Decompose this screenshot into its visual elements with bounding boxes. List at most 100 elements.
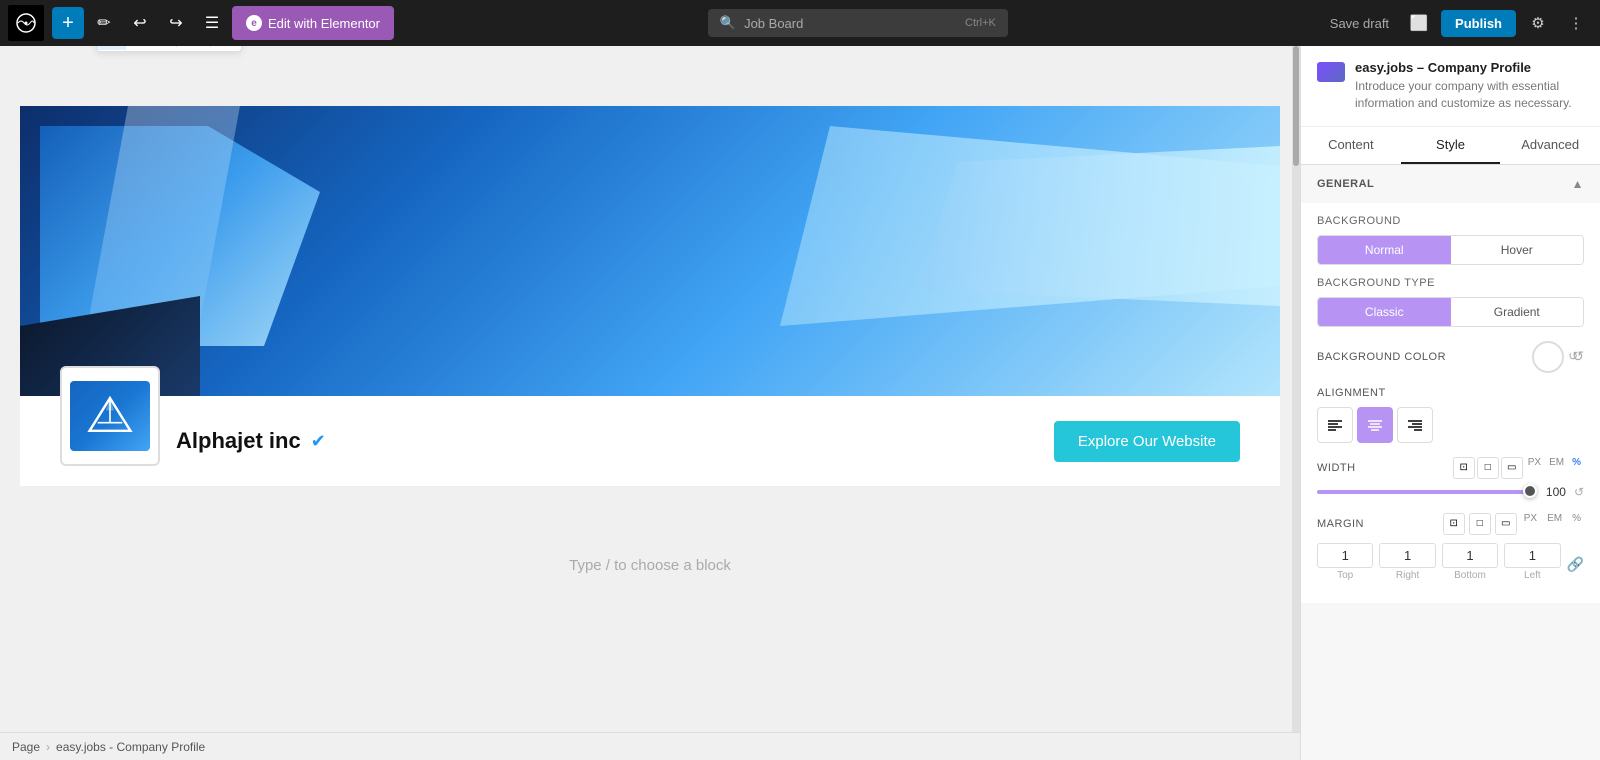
breadcrumb-page[interactable]: Page xyxy=(12,740,40,754)
scrollbar-track[interactable] xyxy=(1292,46,1300,732)
margin-unit-px[interactable]: PX xyxy=(1521,513,1540,535)
gradient-type-button[interactable]: Gradient xyxy=(1451,298,1584,326)
margin-right-box: 1 Right xyxy=(1379,543,1435,581)
bg-type-label: Background Type xyxy=(1317,277,1584,289)
save-draft-button[interactable]: Save draft xyxy=(1322,16,1397,31)
bg-type-toggle: Classic Gradient xyxy=(1317,297,1584,327)
margin-left-label: Left xyxy=(1504,570,1560,581)
add-block-button[interactable]: + xyxy=(52,7,84,39)
block-icon xyxy=(1317,62,1345,82)
search-bar[interactable]: 🔍 Job Board Ctrl+K xyxy=(708,9,1008,37)
company-logo xyxy=(60,366,160,466)
margin-top-box: 1 Top xyxy=(1317,543,1373,581)
edit-tools-button[interactable]: ✏ xyxy=(88,7,120,39)
margin-unit-pct[interactable]: % xyxy=(1569,513,1584,535)
margin-right-label: Right xyxy=(1379,570,1435,581)
tab-content[interactable]: Content xyxy=(1301,127,1401,164)
unit-em[interactable]: EM xyxy=(1546,457,1567,479)
explore-website-button[interactable]: Explore Our Website xyxy=(1054,421,1240,462)
undo-button[interactable]: ↩ xyxy=(124,7,156,39)
company-profile-row: Alphajet inc ✔ Explore Our Website xyxy=(20,396,1280,487)
width-slider-row: 100 ↺ xyxy=(1317,485,1584,499)
general-label: General xyxy=(1317,178,1374,190)
width-reset-icon[interactable]: ↺ xyxy=(1574,485,1584,499)
margin-left-box: 1 Left xyxy=(1504,543,1560,581)
width-screen-icon[interactable]: ▭ xyxy=(1501,457,1523,479)
margin-link-icon[interactable]: 🔗 xyxy=(1567,556,1584,573)
margin-row: Margin ⊡ □ ▭ PX EM % xyxy=(1317,513,1584,535)
breadcrumb-item: easy.jobs - Company Profile xyxy=(56,740,205,754)
normal-toggle-button[interactable]: Normal xyxy=(1318,236,1451,264)
general-section-header[interactable]: General ▲ xyxy=(1301,165,1600,203)
search-shortcut: Ctrl+K xyxy=(965,17,996,29)
chevron-up-icon: ▲ xyxy=(1572,177,1584,191)
block-info: easy.jobs – Company Profile Introduce yo… xyxy=(1301,46,1600,127)
company-logo-inner xyxy=(70,381,150,451)
placeholder-text: Type / to choose a block xyxy=(569,557,731,574)
unit-group: ⊡ □ ▭ PX EM % xyxy=(1453,457,1584,479)
search-icon: 🔍 xyxy=(720,15,736,31)
redo-button[interactable]: ↪ xyxy=(160,7,192,39)
margin-right-value[interactable]: 1 xyxy=(1379,543,1435,568)
more-options-button[interactable]: ⋮ xyxy=(1560,7,1592,39)
verified-icon: ✔ xyxy=(311,431,326,452)
preview-button[interactable]: ⬜ xyxy=(1403,7,1435,39)
company-name: Alphajet inc xyxy=(176,428,301,454)
margin-top-label: Top xyxy=(1317,570,1373,581)
align-right-icon xyxy=(1408,419,1422,431)
margin-icon-group: ⊡ □ ▭ PX EM % xyxy=(1443,513,1584,535)
block-description: Introduce your company with essential in… xyxy=(1355,78,1584,112)
wordpress-icon xyxy=(16,13,36,33)
normal-hover-toggle: Normal Hover xyxy=(1317,235,1584,265)
block-title: easy.jobs – Company Profile xyxy=(1355,60,1584,75)
margin-bottom-label: Bottom xyxy=(1442,570,1498,581)
right-panel: Page Block ✕ easy.jobs – Company Profile… xyxy=(1300,0,1600,760)
width-link-icon[interactable]: ⊡ xyxy=(1453,457,1475,479)
wp-logo[interactable] xyxy=(8,5,44,41)
width-slider[interactable] xyxy=(1317,490,1530,494)
placeholder-area[interactable]: Type / to choose a block xyxy=(20,517,1280,614)
toolbar-center: 🔍 Job Board Ctrl+K xyxy=(398,9,1318,37)
alignment-label: Alignment xyxy=(1317,387,1584,399)
color-picker-button[interactable] xyxy=(1532,341,1564,373)
alphajet-logo-svg xyxy=(85,394,135,439)
margin-icon-2[interactable]: □ xyxy=(1469,513,1491,535)
status-bar: Page › easy.jobs - Company Profile xyxy=(0,732,1300,760)
margin-bottom-value[interactable]: 1 xyxy=(1442,543,1498,568)
margin-icon-3[interactable]: ▭ xyxy=(1495,513,1517,535)
bg-color-label: Background Color xyxy=(1317,351,1446,363)
hover-toggle-button[interactable]: Hover xyxy=(1451,236,1584,264)
bg-color-row: Background Color ↺ xyxy=(1317,341,1584,373)
margin-values: 1 Top 1 Right 1 Bottom 1 xyxy=(1317,543,1561,581)
tab-style[interactable]: Style xyxy=(1401,127,1501,164)
settings-button[interactable]: ⚙ xyxy=(1522,7,1554,39)
width-slider-thumb[interactable] xyxy=(1523,484,1537,498)
width-label: Width xyxy=(1317,462,1356,474)
align-right-button[interactable] xyxy=(1397,407,1433,443)
hero-shape-4 xyxy=(900,146,1280,306)
publish-button[interactable]: Publish xyxy=(1441,10,1516,37)
elementor-icon: e xyxy=(246,15,262,31)
list-view-button[interactable]: ☰ xyxy=(196,7,228,39)
width-box-icon[interactable]: □ xyxy=(1477,457,1499,479)
margin-left-value[interactable]: 1 xyxy=(1504,543,1560,568)
margin-bottom-box: 1 Bottom xyxy=(1442,543,1498,581)
classic-type-button[interactable]: Classic xyxy=(1318,298,1451,326)
edit-elementor-button[interactable]: e Edit with Elementor xyxy=(232,6,394,40)
tab-advanced[interactable]: Advanced xyxy=(1500,127,1600,164)
width-row: Width ⊡ □ ▭ PX EM % xyxy=(1317,457,1584,479)
width-value: 100 xyxy=(1538,485,1566,499)
alignment-group xyxy=(1317,407,1584,443)
scrollbar-thumb[interactable] xyxy=(1293,46,1299,166)
align-left-button[interactable] xyxy=(1317,407,1353,443)
company-info: Alphajet inc ✔ xyxy=(176,428,1054,454)
margin-icon-1[interactable]: ⊡ xyxy=(1443,513,1465,535)
margin-unit-em[interactable]: EM xyxy=(1544,513,1565,535)
main-toolbar: + ✏ ↩ ↪ ☰ e Edit with Elementor 🔍 Job Bo… xyxy=(0,0,1600,46)
align-center-button[interactable] xyxy=(1357,407,1393,443)
general-section: BACKGROUND Normal Hover Background Type … xyxy=(1301,203,1600,603)
margin-top-value[interactable]: 1 xyxy=(1317,543,1373,568)
hero-shapes xyxy=(20,106,1280,396)
unit-pct[interactable]: % xyxy=(1569,457,1584,479)
unit-px[interactable]: PX xyxy=(1525,457,1544,479)
